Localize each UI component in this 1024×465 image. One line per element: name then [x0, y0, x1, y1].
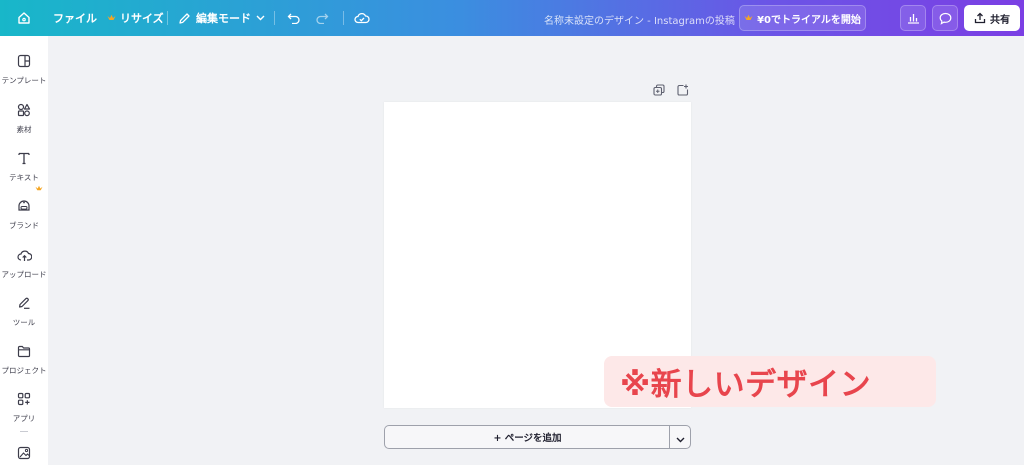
toolbar-divider: [167, 11, 168, 25]
edit-mode-label: 編集モード: [196, 12, 251, 25]
undo-icon: [287, 12, 301, 24]
folder-icon: [14, 341, 34, 361]
crown-icon: [744, 14, 753, 22]
toolbar-divider: [274, 11, 275, 25]
save-status-button[interactable]: [354, 0, 370, 36]
comment-icon: [939, 12, 952, 25]
insights-button[interactable]: [900, 5, 926, 31]
comments-button[interactable]: [932, 5, 958, 31]
sidebar-item-label: プロジェクト: [1, 366, 47, 375]
share-icon: [974, 12, 986, 24]
resize-button[interactable]: リサイズ: [107, 0, 164, 36]
start-trial-button[interactable]: ¥0でトライアルを開始: [739, 5, 866, 31]
sidebar-divider: [20, 431, 28, 432]
crown-icon: [107, 14, 116, 22]
sidebar-item-templates[interactable]: テンプレート: [0, 49, 48, 93]
cloud-check-icon: [354, 12, 370, 24]
share-label: 共有: [990, 14, 1010, 26]
sidebar-item-tools[interactable]: ツール: [0, 291, 48, 335]
chart-icon: [907, 12, 920, 24]
text-icon: [14, 148, 34, 168]
home-icon: [17, 11, 31, 25]
chevron-down-icon: [256, 15, 265, 21]
resize-label: リサイズ: [120, 12, 164, 25]
add-page-icon[interactable]: [676, 83, 690, 97]
sidebar-item-text[interactable]: テキスト: [0, 146, 48, 190]
sidebar-item-label: アプリ: [12, 414, 36, 423]
home-button[interactable]: [17, 0, 31, 36]
sidebar-item-apps[interactable]: アプリ: [0, 387, 48, 431]
redo-icon: [315, 12, 329, 24]
crown-icon: [35, 185, 43, 194]
start-trial-label: ¥0でトライアルを開始: [757, 14, 861, 26]
sidebar-item-label: テンプレート: [1, 76, 47, 85]
sidebar-item-projects[interactable]: プロジェクト: [0, 339, 48, 383]
document-title[interactable]: 名称未設定のデザイン - Instagramの投稿: [544, 12, 735, 27]
elements-icon: [14, 100, 34, 120]
redo-button[interactable]: [315, 0, 329, 36]
apps-icon: [14, 389, 34, 409]
photo-icon: [14, 443, 34, 463]
top-bar: ファイル リサイズ 編集モード 名称未設定のデザイン - Instagramの投…: [0, 0, 1024, 36]
edit-mode-button[interactable]: 編集モード: [178, 0, 265, 36]
sidebar: テンプレート 素材 テキスト ブランド アップロード ツール プロジェクト アプ…: [0, 36, 48, 465]
sidebar-item-label: 素材: [16, 125, 32, 134]
add-page-options-button[interactable]: [669, 425, 691, 449]
toolbar-divider: [343, 11, 344, 25]
sidebar-item-uploads[interactable]: アップロード: [0, 243, 48, 287]
add-page-button[interactable]: + ページを追加: [384, 425, 670, 449]
sidebar-item-photos[interactable]: [0, 441, 48, 465]
tools-icon: [14, 293, 34, 313]
file-menu-button[interactable]: ファイル: [53, 0, 97, 36]
sidebar-item-label: ブランド: [9, 221, 39, 230]
chevron-down-icon: [676, 428, 685, 447]
sidebar-item-label: ツール: [12, 318, 36, 327]
undo-button[interactable]: [287, 0, 301, 36]
template-icon: [14, 51, 34, 71]
duplicate-page-icon[interactable]: [652, 83, 666, 97]
pencil-icon: [178, 12, 191, 25]
sidebar-item-label: テキスト: [9, 173, 39, 182]
sidebar-item-elements[interactable]: 素材: [0, 98, 48, 142]
annotation-label: ※新しいデザイン: [604, 356, 936, 407]
sidebar-item-label: アップロード: [1, 270, 47, 279]
sidebar-item-brand[interactable]: ブランド: [0, 194, 48, 238]
share-button[interactable]: 共有: [964, 5, 1020, 31]
brand-icon: [14, 196, 34, 216]
upload-icon: [14, 245, 34, 265]
